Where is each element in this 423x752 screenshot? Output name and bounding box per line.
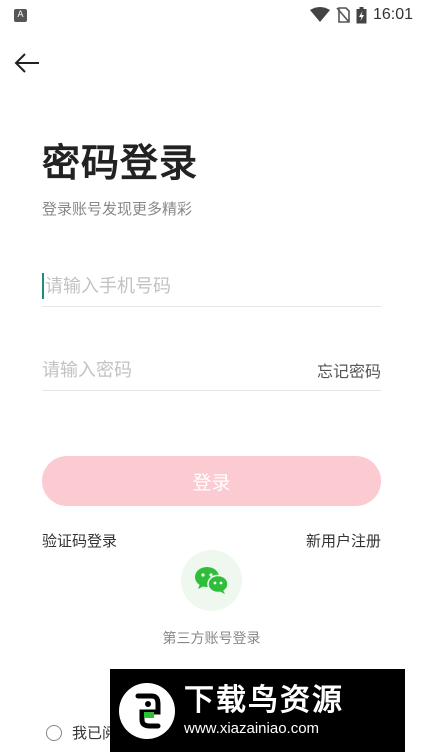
password-field-row: 忘记密码 [42,350,381,391]
battery-charging-icon [356,6,367,23]
status-time: 16:01 [372,6,413,23]
sms-login-link[interactable]: 验证码登录 [42,530,117,551]
page-title: 密码登录 [42,141,199,185]
wechat-icon [194,566,229,594]
no-sim-icon [336,7,350,23]
app-notification-icon: A [14,8,27,22]
watermark-text: 下载鸟资源 www.xiazainiao.com [184,683,344,739]
arrow-left-icon [14,53,39,73]
status-right: 16:01 [309,6,413,24]
watermark-url: www.xiazainiao.com [184,719,320,737]
wechat-login-button[interactable] [181,550,242,611]
wifi-icon [309,7,330,22]
phone-field-row [42,266,381,307]
register-link[interactable]: 新用户注册 [306,530,381,551]
watermark-title: 下载鸟资源 [184,682,344,718]
third-party-login-label: 第三方账号登录 [162,631,261,647]
password-input[interactable] [42,355,317,385]
bird-logo-icon [119,682,175,739]
agreement-radio[interactable] [46,724,62,741]
status-bar: A 16:01 [0,0,423,30]
phone-input[interactable] [45,271,381,301]
login-button[interactable]: 登录 [42,456,381,506]
watermark-banner: 下载鸟资源 www.xiazainiao.com [110,669,405,752]
forgot-password-link[interactable]: 忘记密码 [317,358,381,382]
status-left: A [14,8,27,22]
agreement-row: 我已阅 [46,722,117,743]
text-caret [42,273,44,299]
back-button[interactable] [12,48,42,78]
page-subtitle: 登录账号发现更多精彩 [42,200,193,218]
